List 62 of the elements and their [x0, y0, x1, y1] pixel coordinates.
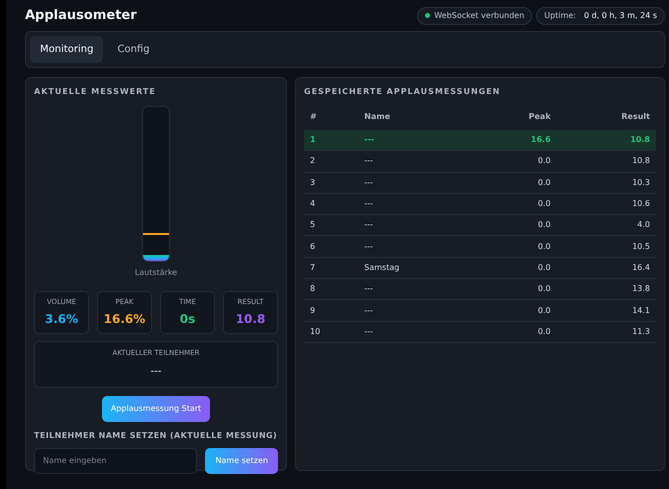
stat-value: 10.8 [234, 311, 266, 328]
table-cell: --- [358, 321, 474, 342]
table-cell: --- [358, 214, 474, 236]
table-cell: 1 [304, 130, 358, 151]
table-cell: 7 [304, 257, 358, 279]
table-cell: 0.0 [473, 257, 557, 279]
table-cell: 11.3 [556, 321, 656, 342]
table-cell: 0.0 [473, 193, 557, 215]
table-cell: 9 [304, 300, 358, 322]
uptime-label: Uptime: [544, 10, 576, 22]
table-cell: --- [358, 130, 474, 151]
table-cell: 10.6 [556, 193, 656, 215]
table-cell: 3 [304, 172, 358, 194]
table-cell: 10.8 [556, 130, 656, 151]
column-header: Name [363, 110, 392, 122]
table-cell: --- [358, 300, 474, 322]
section-heading: AKTUELLE MESSWERTE [34, 86, 157, 98]
uptime-value: 0 d, 0 h, 3 m, 24 s [584, 10, 657, 22]
table-cell: 14.1 [556, 300, 656, 322]
table-cell: 0.0 [473, 236, 557, 258]
section-heading: TEILNEHMER NAME SETZEN (AKTUELLE MESSUNG) [34, 430, 278, 442]
column-header: # [309, 110, 318, 122]
column-header: Peak [528, 110, 552, 122]
table-cell: Samstag [358, 257, 474, 279]
start-button[interactable]: Applausmessung Start [102, 396, 210, 422]
table-cell: 5 [304, 214, 358, 236]
table-cell: 4.0 [556, 214, 656, 236]
name-input[interactable]: Name eingeben [34, 448, 198, 474]
tab[interactable]: Config [107, 36, 160, 62]
table-cell: 0.0 [473, 300, 557, 322]
column-header: Result [620, 110, 651, 122]
connection-text: WebSocket verbunden [434, 10, 524, 22]
section-heading: GESPEICHERTE APPLAUSMESSUNGEN [304, 86, 502, 98]
table-cell: --- [358, 278, 474, 300]
table-cell: 10.5 [556, 236, 656, 258]
table-cell: 10.8 [556, 150, 656, 172]
table-cell: 4 [304, 193, 358, 215]
set-name-button[interactable]: Name setzen [205, 448, 278, 474]
table-cell: 10.3 [556, 172, 656, 194]
table-cell: 0.0 [473, 278, 557, 300]
stat-value: 3.6% [44, 311, 80, 328]
table-cell: 16.4 [556, 257, 656, 279]
table-cell: 0.0 [473, 172, 557, 194]
table-cell: 8 [304, 278, 358, 300]
table-cell: --- [358, 150, 474, 172]
table-cell: 6 [304, 236, 358, 258]
table-cell: 2 [304, 150, 358, 172]
table-cell: 0.0 [473, 214, 557, 236]
table-cell: 10 [304, 321, 358, 342]
meter-label: Lautstärke [134, 266, 178, 278]
tab[interactable]: Monitoring [30, 36, 104, 62]
app-title: Applausometer [25, 7, 137, 25]
table-cell: --- [358, 193, 474, 215]
participant-name: --- [150, 364, 162, 378]
table-cell: --- [358, 172, 474, 194]
table-cell: 0.0 [473, 321, 557, 342]
table-cell: 13.8 [556, 278, 656, 300]
table-cell: 0.0 [473, 150, 557, 172]
table-cell: --- [358, 236, 474, 258]
table-cell: 16.6 [473, 130, 557, 151]
stat-value: 16.6% [102, 311, 146, 328]
stat-value: 0s [178, 311, 196, 328]
